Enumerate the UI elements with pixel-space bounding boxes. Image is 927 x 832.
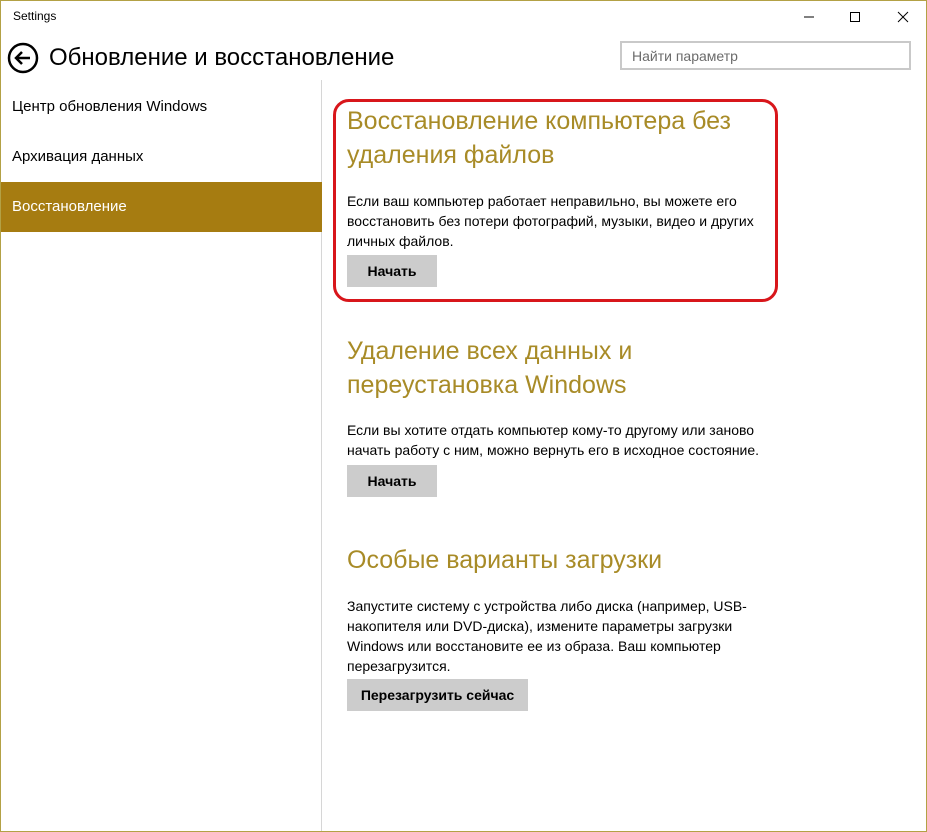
sidebar-item-recovery[interactable]: Восстановление <box>1 182 322 232</box>
restart-now-button[interactable]: Перезагрузить сейчас <box>347 679 528 711</box>
title-bar: Settings <box>1 1 926 32</box>
window-title: Settings <box>13 9 57 23</box>
page-title: Обновление и восстановление <box>49 44 395 71</box>
back-arrow-circle-icon <box>7 42 39 74</box>
section-remove-everything-description: Если вы хотите отдать компьютер кому-то … <box>347 422 760 458</box>
remove-everything-start-button[interactable]: Начать <box>347 465 437 497</box>
section-advanced-startup-title: Особые варианты загрузки <box>347 546 663 574</box>
settings-window: Settings Обновление и восстановление Цен… <box>0 0 927 832</box>
sidebar-item-backup[interactable]: Архивация данных <box>1 132 322 182</box>
reset-keep-files-start-button[interactable]: Начать <box>347 255 437 287</box>
sidebar: Центр обновления Windows Архивация данны… <box>1 80 322 831</box>
sidebar-item-windows-update[interactable]: Центр обновления Windows <box>1 82 322 132</box>
maximize-button[interactable] <box>832 1 878 32</box>
maximize-icon <box>850 11 860 22</box>
section-reset-keep-files-description: Если ваш компьютер работает неправильно,… <box>347 193 754 249</box>
section-remove-everything-title: Удаление всех данных и переустановка Win… <box>347 337 633 399</box>
section-advanced-startup-description: Запустите систему с устройства либо диск… <box>347 598 747 674</box>
minimize-button[interactable] <box>786 1 832 32</box>
page-header: Обновление и восстановление <box>1 32 926 80</box>
search-input[interactable] <box>620 41 911 70</box>
section-reset-keep-files-title: Восстановление компьютера без удаления ф… <box>347 107 731 169</box>
content-panel: Восстановление компьютера без удаления ф… <box>323 80 926 831</box>
minimize-icon <box>804 16 814 17</box>
back-button[interactable] <box>7 42 39 74</box>
close-icon <box>897 11 909 22</box>
close-button[interactable] <box>880 1 926 32</box>
